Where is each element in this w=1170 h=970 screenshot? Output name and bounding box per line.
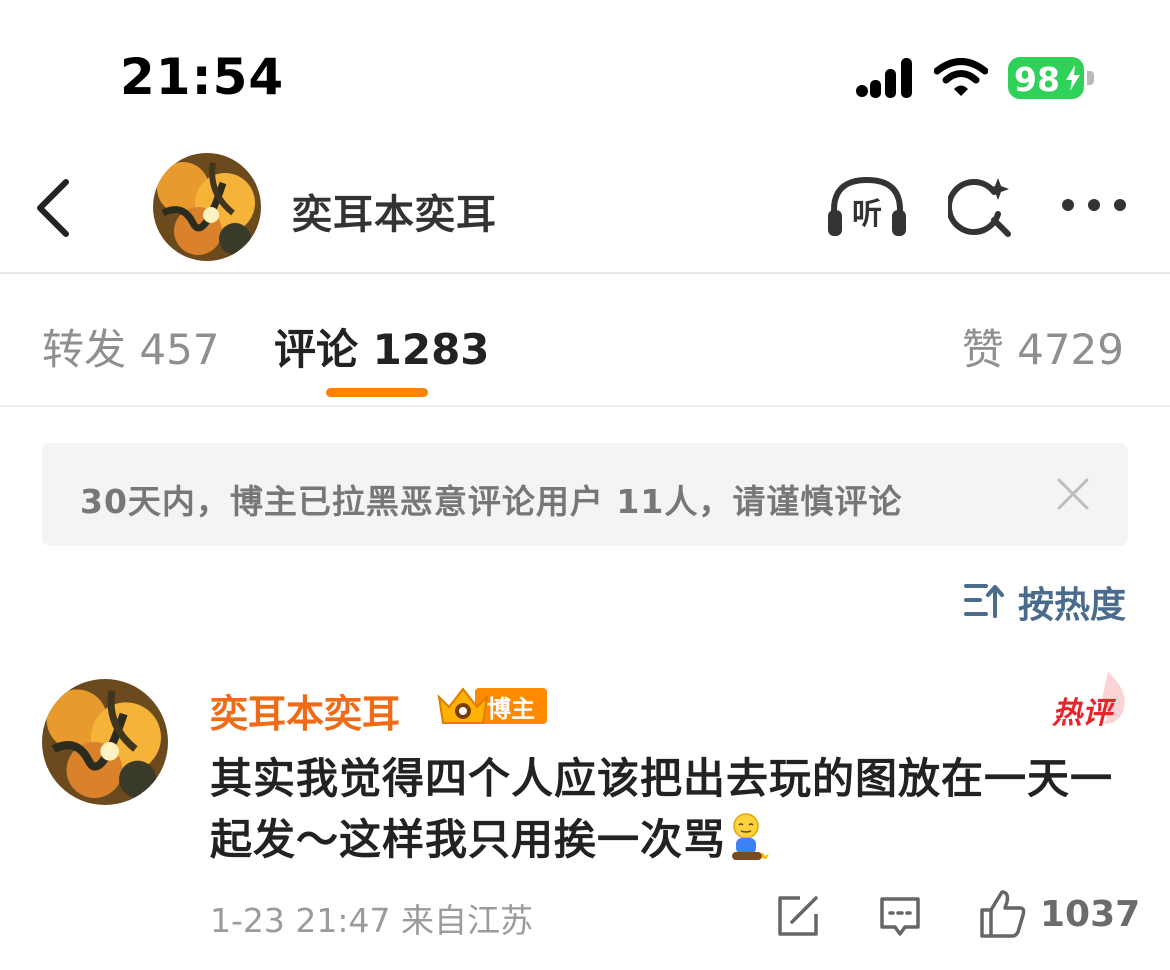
tab-forward[interactable]: 转发 457 [42, 316, 220, 377]
battery-body: 98 [1008, 57, 1084, 99]
share-button[interactable] [776, 894, 820, 938]
kneeling-emoji-icon [732, 813, 770, 860]
commenter-avatar[interactable] [42, 679, 168, 805]
thumbs-up-icon [980, 890, 1026, 938]
avatar-image [153, 153, 261, 261]
tab-like[interactable]: 赞 4729 [962, 316, 1124, 377]
more-button[interactable] [1058, 190, 1130, 220]
comment-meta: 1-23 21:47 来自江苏 [210, 901, 533, 940]
charging-bolt-icon [1066, 65, 1080, 91]
author-avatar[interactable] [153, 153, 261, 261]
nav-bar: 奕耳本奕耳 听 [0, 150, 1170, 274]
like-button[interactable]: 1037 [978, 888, 1140, 940]
back-button[interactable] [30, 178, 80, 238]
search-sparkle-icon [946, 178, 1011, 237]
listen-button[interactable]: 听 [826, 174, 908, 240]
status-time: 21:54 [120, 48, 285, 106]
battery-level: 98 [1014, 60, 1060, 99]
active-tab-indicator [326, 388, 428, 397]
wifi-icon [934, 58, 988, 96]
battery-indicator: 98 [1008, 57, 1094, 99]
blogger-badge: 博主 [435, 683, 547, 727]
tab-comment[interactable]: 评论 1283 [274, 316, 490, 377]
badge-text: 博主 [487, 695, 535, 723]
tab-bar: 转发 457 评论 1283 赞 4729 [0, 276, 1170, 407]
comment-text: 其实我觉得四个人应该把出去玩的图放在一天一起发～这样我只用挨一次骂 [210, 754, 1114, 864]
cellular-signal-icon [856, 58, 912, 98]
crown-icon [437, 687, 489, 724]
comment-body: 其实我觉得四个人应该把出去玩的图放在一天一起发～这样我只用挨一次骂 [210, 748, 1140, 870]
sort-icon [964, 584, 1004, 618]
battery-cap [1087, 71, 1094, 85]
listen-label: 听 [852, 197, 882, 232]
comment-username[interactable]: 奕耳本奕耳 [210, 683, 400, 738]
sort-label: 按热度 [1018, 585, 1127, 626]
hot-label: 热评 [1052, 696, 1112, 731]
reply-button[interactable] [878, 894, 922, 938]
notice-text: 30天内，博主已拉黑恶意评论用户 11人，请谨慎评论 [80, 482, 903, 521]
more-dots-icon [1062, 199, 1126, 211]
search-button[interactable] [946, 174, 1014, 240]
back-arrow-icon [37, 179, 69, 237]
like-count: 1037 [1040, 894, 1141, 935]
avatar-image [42, 679, 168, 805]
status-bar: 21:54 98 [0, 0, 1170, 150]
share-edit-icon [778, 896, 818, 936]
comment-bubble-icon [880, 897, 920, 936]
hot-comment-badge: 热评 [1050, 670, 1130, 731]
page-title: 奕耳本奕耳 [292, 192, 497, 238]
close-icon[interactable] [1056, 477, 1090, 511]
notice-banner: 30天内，博主已拉黑恶意评论用户 11人，请谨慎评论 [42, 443, 1128, 546]
